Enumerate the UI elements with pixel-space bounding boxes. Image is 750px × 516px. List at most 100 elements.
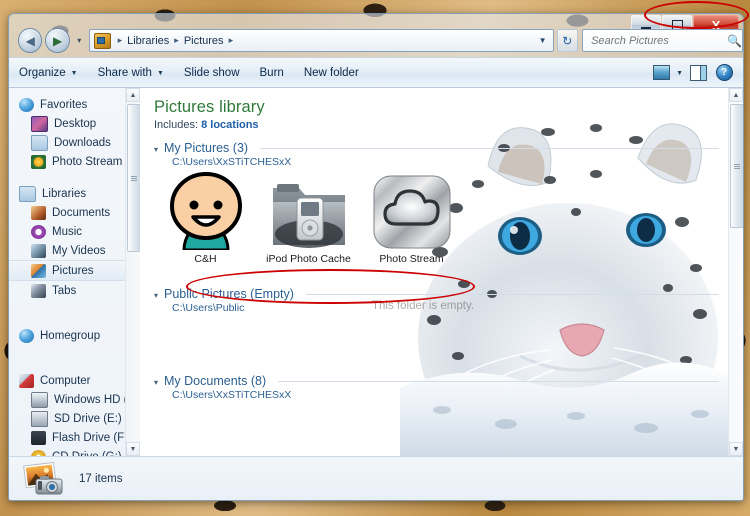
organize-button[interactable]: Organize ▼ bbox=[9, 62, 88, 84]
collapse-triangle-icon[interactable]: ▾ bbox=[154, 291, 158, 300]
group-title: My Pictures (3) bbox=[164, 141, 249, 155]
page-title: Pictures library bbox=[154, 98, 265, 116]
help-button[interactable]: ? bbox=[713, 62, 735, 83]
library-folder-icon bbox=[93, 32, 111, 49]
item-label: Photo Stream bbox=[379, 253, 444, 265]
pictures-camera-icon bbox=[23, 461, 65, 496]
chevron-down-icon: ▼ bbox=[70, 69, 78, 77]
sidebar-item-flash-drive[interactable]: Flash Drive (F:) bbox=[9, 428, 140, 447]
group-title: Public Pictures (Empty) bbox=[164, 287, 294, 301]
preview-pane-button[interactable] bbox=[687, 62, 709, 83]
sd-drive-icon bbox=[31, 410, 48, 427]
sidebar-label: Libraries bbox=[42, 187, 87, 200]
sidebar-item-music[interactable]: Music bbox=[9, 222, 140, 241]
sidebar-group-libraries[interactable]: Libraries bbox=[9, 184, 140, 203]
sidebar-scroll-thumb[interactable] bbox=[127, 104, 140, 252]
hard-drive-icon bbox=[31, 391, 48, 408]
organize-label: Organize bbox=[19, 66, 66, 79]
scroll-up-icon[interactable]: ▲ bbox=[729, 88, 743, 102]
view-caret-icon[interactable]: ▼ bbox=[676, 70, 683, 77]
breadcrumb-libraries[interactable]: Libraries bbox=[126, 35, 170, 47]
empty-folder-message: This folder is empty. bbox=[372, 300, 475, 312]
scroll-down-icon[interactable]: ▼ bbox=[126, 442, 140, 456]
breadcrumb-pictures[interactable]: Pictures bbox=[183, 35, 225, 47]
cd-drive-icon bbox=[31, 449, 46, 456]
slide-show-button[interactable]: Slide show bbox=[174, 62, 250, 84]
sidebar-group-homegroup[interactable]: Homegroup bbox=[9, 326, 140, 345]
search-icon[interactable]: 🔍 bbox=[727, 34, 742, 48]
content-scrollbar[interactable]: ▲ ▼ bbox=[728, 88, 743, 456]
scroll-grip-icon bbox=[734, 163, 740, 169]
sidebar-item-sd-drive[interactable]: SD Drive (E:) bbox=[9, 409, 140, 428]
command-bar-right-icons: ▼ ? bbox=[650, 62, 743, 83]
scroll-down-icon[interactable]: ▼ bbox=[729, 442, 743, 456]
window-body: Favorites Desktop Downloads Photo Stream bbox=[9, 88, 743, 456]
sidebar-item-documents[interactable]: Documents bbox=[9, 203, 140, 222]
refresh-button[interactable]: ↻ bbox=[556, 29, 579, 52]
group-path: C:\Users\XxSTiTCHESxX bbox=[172, 156, 292, 168]
sidebar-group-computer[interactable]: Computer bbox=[9, 371, 140, 390]
new-folder-button[interactable]: New folder bbox=[294, 62, 369, 84]
list-item[interactable]: C&H bbox=[154, 172, 257, 277]
refresh-icon: ↻ bbox=[562, 33, 573, 48]
navigation-row: ◀ ▶ ▾ ▸ Libraries ▸ Pictures ▸ ▼ ↻ Searc… bbox=[9, 28, 743, 53]
sidebar-item-pictures[interactable]: Pictures bbox=[9, 260, 140, 281]
scroll-up-icon[interactable]: ▲ bbox=[126, 88, 140, 102]
sidebar-item-my-videos[interactable]: My Videos bbox=[9, 241, 140, 260]
collapse-triangle-icon[interactable]: ▾ bbox=[154, 145, 158, 154]
content-scroll-thumb[interactable] bbox=[730, 104, 743, 228]
group-rule bbox=[278, 380, 719, 382]
sidebar-item-desktop[interactable]: Desktop bbox=[9, 114, 140, 133]
sidebar-label: SD Drive (E:) bbox=[54, 412, 122, 425]
address-bar[interactable]: ▸ Libraries ▸ Pictures ▸ ▼ bbox=[88, 29, 554, 52]
item-grid: C&H iPod Photo Cache Photo Stream bbox=[154, 172, 729, 277]
collapse-triangle-icon[interactable]: ▾ bbox=[154, 378, 158, 387]
search-input[interactable] bbox=[589, 33, 726, 48]
sidebar-item-windows-hd[interactable]: Windows HD (C bbox=[9, 390, 140, 409]
desktop-icon bbox=[31, 115, 48, 132]
group-header-my-pictures[interactable]: ▾ My Pictures (3) bbox=[154, 141, 729, 155]
scroll-grip-icon bbox=[131, 175, 137, 181]
change-view-button[interactable] bbox=[650, 62, 672, 83]
group-header-my-documents[interactable]: ▾ My Documents (8) bbox=[154, 374, 729, 388]
sidebar-label: Flash Drive (F:) bbox=[52, 431, 132, 444]
history-dropdown-button[interactable]: ▾ bbox=[74, 36, 85, 45]
list-item[interactable]: Photo Stream bbox=[360, 172, 463, 277]
list-item[interactable]: iPod Photo Cache bbox=[257, 172, 360, 277]
sidebar-label: Favorites bbox=[40, 98, 88, 111]
sidebar-group-favorites[interactable]: Favorites bbox=[9, 95, 140, 114]
sidebar-item-photo-stream[interactable]: Photo Stream bbox=[9, 152, 140, 171]
locations-link[interactable]: 8 locations bbox=[201, 119, 258, 131]
address-dropdown-icon[interactable]: ▼ bbox=[539, 36, 553, 45]
help-icon: ? bbox=[715, 64, 733, 81]
libraries-folder-icon bbox=[19, 185, 36, 202]
title-bar: X ◀ ▶ ▾ ▸ Libraries ▸ Pictures ▸ ▼ ↻ Sea… bbox=[9, 14, 743, 57]
cartoon-face-icon bbox=[160, 172, 252, 250]
sidebar-label: Photo Stream bbox=[52, 155, 123, 168]
burn-button[interactable]: Burn bbox=[250, 62, 294, 84]
sidebar-label: Windows HD (C bbox=[54, 393, 136, 406]
group-header-public-pictures[interactable]: ▾ Public Pictures (Empty) bbox=[154, 287, 729, 301]
search-box[interactable]: 🔍 bbox=[582, 29, 743, 52]
favorites-globe-icon bbox=[19, 97, 34, 112]
status-bar: 17 items bbox=[9, 456, 743, 500]
sidebar-item-tabs[interactable]: Tabs bbox=[9, 281, 140, 300]
breadcrumb-separator-icon: ▸ bbox=[174, 35, 179, 45]
forward-button[interactable]: ▶ bbox=[45, 28, 70, 53]
group-path: C:\Users\XxSTiTCHESxX bbox=[172, 389, 292, 401]
burn-label: Burn bbox=[259, 66, 284, 79]
sidebar-item-cd-drive[interactable]: CD Drive (G:) bbox=[9, 447, 140, 456]
back-button[interactable]: ◀ bbox=[18, 28, 43, 53]
sidebar-scrollbar[interactable]: ▲ ▼ bbox=[125, 88, 140, 456]
sidebar-item-downloads[interactable]: Downloads bbox=[9, 133, 140, 152]
homegroup-icon bbox=[19, 328, 34, 343]
tabs-library-icon bbox=[31, 283, 46, 298]
sidebar-label: Desktop bbox=[54, 117, 97, 130]
documents-library-icon bbox=[31, 205, 46, 220]
explorer-window: X ◀ ▶ ▾ ▸ Libraries ▸ Pictures ▸ ▼ ↻ Sea… bbox=[8, 13, 744, 501]
share-with-button[interactable]: Share with ▼ bbox=[88, 62, 174, 84]
